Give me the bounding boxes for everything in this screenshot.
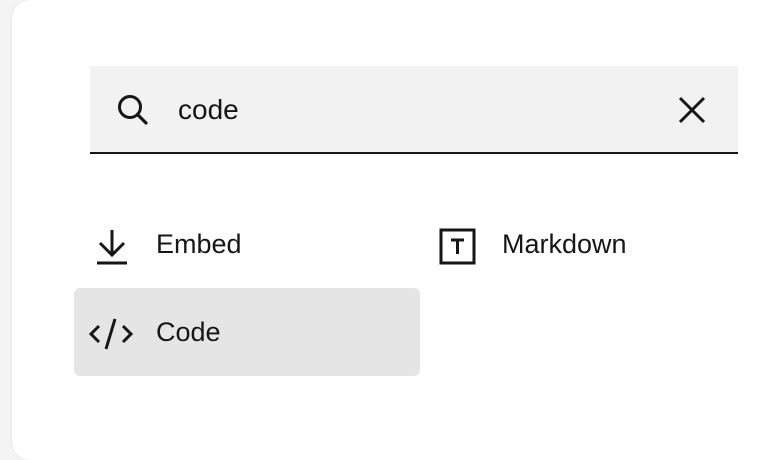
search-bar: [90, 66, 738, 154]
result-item-label: Embed: [156, 229, 242, 259]
download-icon: [97, 230, 127, 265]
result-item-label: Code: [156, 317, 221, 347]
search-icon: [118, 95, 148, 125]
result-item-embed[interactable]: Embed: [74, 200, 420, 288]
search-input[interactable]: [178, 86, 658, 134]
code-icon: [88, 318, 134, 350]
close-icon: [678, 96, 706, 124]
result-item-markdown[interactable]: Markdown: [420, 200, 766, 288]
insert-block-panel: Embed Markdown Code: [12, 0, 774, 460]
result-item-code[interactable]: Code: [74, 288, 420, 376]
clear-search-button[interactable]: [672, 90, 712, 130]
result-item-label: Markdown: [502, 229, 627, 259]
text-box-icon: [439, 228, 476, 265]
